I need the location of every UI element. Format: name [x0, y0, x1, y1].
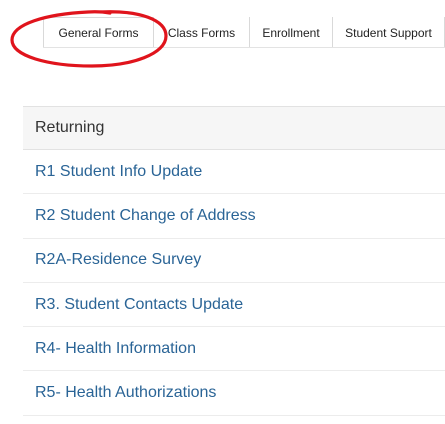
list-item-r2[interactable]: R2 Student Change of Address: [23, 194, 445, 239]
tab-class-forms[interactable]: Class Forms: [154, 17, 250, 48]
tab-bar: General Forms Class Forms Enrollment Stu…: [43, 17, 445, 48]
tab-label: Class Forms: [167, 25, 236, 40]
list-header-returning: Returning: [23, 106, 445, 150]
tab-label: General Forms: [58, 25, 139, 40]
list-item-r2a[interactable]: R2A-Residence Survey: [23, 239, 445, 283]
tab-label: Student Support: [345, 25, 432, 40]
tab-general-forms[interactable]: General Forms: [43, 17, 154, 48]
list-item-r4[interactable]: R4- Health Information: [23, 327, 445, 372]
tab-student-support[interactable]: Student Support: [333, 17, 445, 48]
tab-label: Enrollment: [262, 25, 320, 40]
list-item-r1[interactable]: R1 Student Info Update: [23, 150, 445, 195]
tab-enrollment[interactable]: Enrollment: [250, 17, 333, 48]
tab-divider: [43, 47, 445, 48]
forms-list: Returning R1 Student Info Update R2 Stud…: [23, 106, 445, 416]
list-item-r3[interactable]: R3. Student Contacts Update: [23, 283, 445, 328]
list-item-r5[interactable]: R5- Health Authorizations: [23, 371, 445, 416]
page: General Forms Class Forms Enrollment Stu…: [0, 0, 445, 424]
